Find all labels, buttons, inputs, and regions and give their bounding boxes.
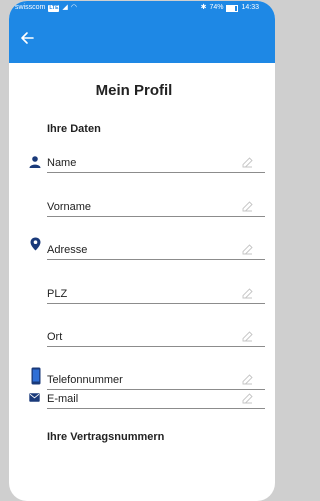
location-pin-icon	[30, 237, 41, 251]
edit-icon[interactable]	[242, 201, 253, 212]
wifi-icon: ◠	[70, 4, 77, 11]
clock: 14:33	[241, 4, 259, 11]
status-bar: swisscom LTE ◢ ◠ ✱ 74% 14:33	[9, 1, 275, 15]
mail-icon	[29, 393, 40, 402]
postal-code-field[interactable]: PLZ	[47, 284, 265, 304]
phone-icon	[31, 367, 41, 385]
edit-icon[interactable]	[242, 374, 253, 385]
first-name-field-label: Vorname	[47, 201, 92, 213]
postal-code-field-label: PLZ	[47, 288, 68, 300]
city-field-label: Ort	[47, 331, 63, 343]
email-field[interactable]: E-mail	[47, 389, 265, 409]
name-field-label: Name	[47, 157, 77, 169]
battery-icon	[226, 4, 239, 12]
phone-number-field[interactable]: Telefonnummer	[47, 370, 265, 390]
first-name-field[interactable]: Vorname	[47, 197, 265, 217]
name-field[interactable]: Name	[47, 153, 265, 173]
city-field[interactable]: Ort	[47, 327, 265, 347]
battery-percent: 74%	[209, 4, 224, 11]
edit-icon[interactable]	[242, 157, 253, 168]
phone-number-field-label: Telefonnummer	[47, 374, 123, 386]
signal-icon: ◢	[62, 4, 68, 11]
section-heading-contract-numbers: Ihre Vertragsnummern	[47, 431, 165, 443]
edit-icon[interactable]	[242, 393, 253, 404]
edit-icon[interactable]	[242, 244, 253, 255]
edit-icon[interactable]	[242, 288, 253, 299]
page-title: Mein Profil	[95, 82, 173, 99]
email-field-label: E-mail	[47, 393, 79, 405]
arrow-left-icon[interactable]	[18, 28, 38, 48]
section-heading-personal-data: Ihre Daten	[47, 123, 101, 135]
phone-screen: swisscom LTE ◢ ◠ ✱ 74% 14:33 Mein Profil…	[9, 1, 275, 501]
person-icon	[29, 156, 41, 168]
battery-fill	[227, 5, 235, 11]
network-badge: LTE	[48, 4, 60, 12]
address-field-label: Adresse	[47, 244, 88, 256]
carrier-name: swisscom	[15, 4, 46, 11]
bluetooth-icon: ✱	[200, 4, 207, 11]
app-bar	[9, 15, 275, 63]
edit-icon[interactable]	[242, 331, 253, 342]
address-field[interactable]: Adresse	[47, 240, 265, 260]
